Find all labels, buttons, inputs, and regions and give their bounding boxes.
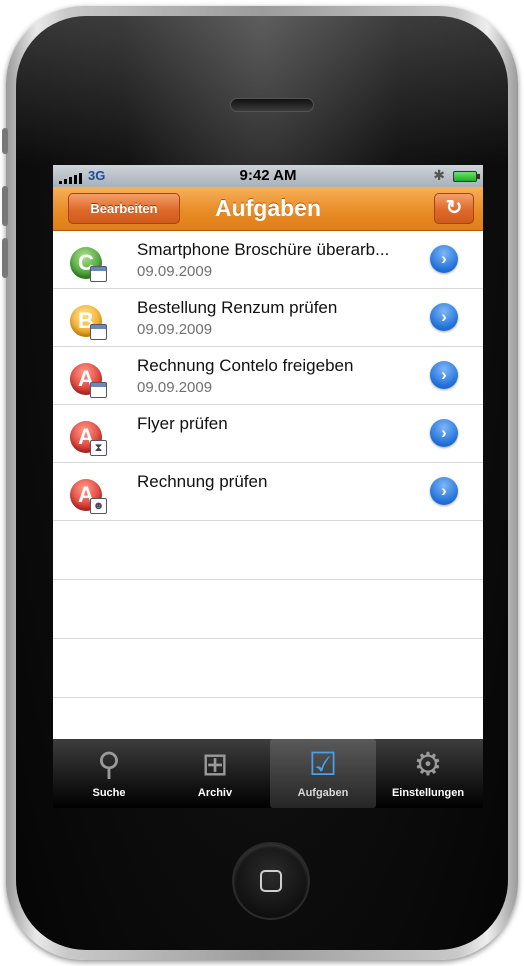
- empty-row: [53, 639, 483, 698]
- app-screen: 3G 9:42 AM ✱ Bearbeiten Aufgaben ↻ C Sma…: [53, 165, 483, 808]
- tab-label: Aufgaben: [297, 787, 349, 799]
- page-title: Aufgaben: [214, 195, 322, 221]
- tab-archiv[interactable]: ⊞ Archiv: [162, 739, 268, 808]
- task-row[interactable]: A ⧗ Flyer prüfen ›: [53, 405, 483, 463]
- tab-label: Archiv: [197, 787, 233, 799]
- task-list-icon: ☑: [308, 746, 338, 782]
- navigation-bar: Bearbeiten Aufgaben ↻: [53, 187, 483, 231]
- tab-label: Suche: [92, 787, 126, 799]
- tab-bar: ⚲ Suche ⊞ Archiv ☑ Aufgaben ⚙ Einstellun…: [53, 739, 483, 808]
- disclosure-button[interactable]: ›: [430, 361, 458, 389]
- task-date: 09.09.2009: [137, 321, 213, 338]
- refresh-button[interactable]: ↻: [434, 193, 474, 224]
- status-time: 9:42 AM: [239, 167, 297, 184]
- task-title: Rechnung prüfen: [137, 472, 268, 491]
- disclosure-button[interactable]: ›: [430, 419, 458, 447]
- task-title: Rechnung Contelo freigeben: [137, 356, 354, 375]
- earpiece-speaker: [230, 98, 314, 112]
- task-row[interactable]: C Smartphone Broschüre überarb... 09.09.…: [53, 231, 483, 289]
- task-list: C Smartphone Broschüre überarb... 09.09.…: [53, 231, 483, 698]
- task-title: Flyer prüfen: [137, 414, 228, 433]
- empty-row: [53, 580, 483, 639]
- volume-up-button: [2, 186, 8, 226]
- home-button[interactable]: [232, 842, 310, 920]
- refresh-icon: ↻: [445, 197, 463, 219]
- task-date: 09.09.2009: [137, 263, 213, 280]
- home-button-icon: [260, 870, 282, 892]
- calendar-icon: [90, 382, 107, 398]
- archive-icon: ⊞: [201, 746, 229, 782]
- battery-icon: [453, 171, 480, 182]
- person-icon: ☻: [90, 498, 107, 514]
- task-row[interactable]: A Rechnung Contelo freigeben 09.09.2009 …: [53, 347, 483, 405]
- disclosure-button[interactable]: ›: [430, 477, 458, 505]
- empty-row: [53, 521, 483, 580]
- status-bar: 3G 9:42 AM ✱: [53, 165, 483, 187]
- gear-icon: ⚙: [413, 746, 443, 782]
- bezel-gloss: [16, 16, 508, 166]
- task-row[interactable]: A ☻ Rechnung prüfen ›: [53, 463, 483, 521]
- calendar-icon: [90, 324, 107, 340]
- calendar-icon: [90, 266, 107, 282]
- disclosure-button[interactable]: ›: [430, 245, 458, 273]
- volume-down-button: [2, 238, 8, 278]
- tab-label: Einstellungen: [391, 787, 465, 799]
- tab-aufgaben[interactable]: ☑ Aufgaben: [270, 739, 376, 808]
- task-title: Bestellung Renzum prüfen: [137, 298, 338, 317]
- mute-switch: [2, 128, 8, 154]
- disclosure-button[interactable]: ›: [430, 303, 458, 331]
- tab-suche[interactable]: ⚲ Suche: [56, 739, 162, 808]
- search-icon: ⚲: [97, 746, 121, 782]
- task-title: Smartphone Broschüre überarb...: [137, 240, 390, 259]
- tab-einstellungen[interactable]: ⚙ Einstellungen: [375, 739, 481, 808]
- hourglass-icon: ⧗: [90, 440, 107, 456]
- bluetooth-icon: ✱: [433, 167, 445, 183]
- task-row[interactable]: B Bestellung Renzum prüfen 09.09.2009 ›: [53, 289, 483, 347]
- task-date: 09.09.2009: [137, 379, 213, 396]
